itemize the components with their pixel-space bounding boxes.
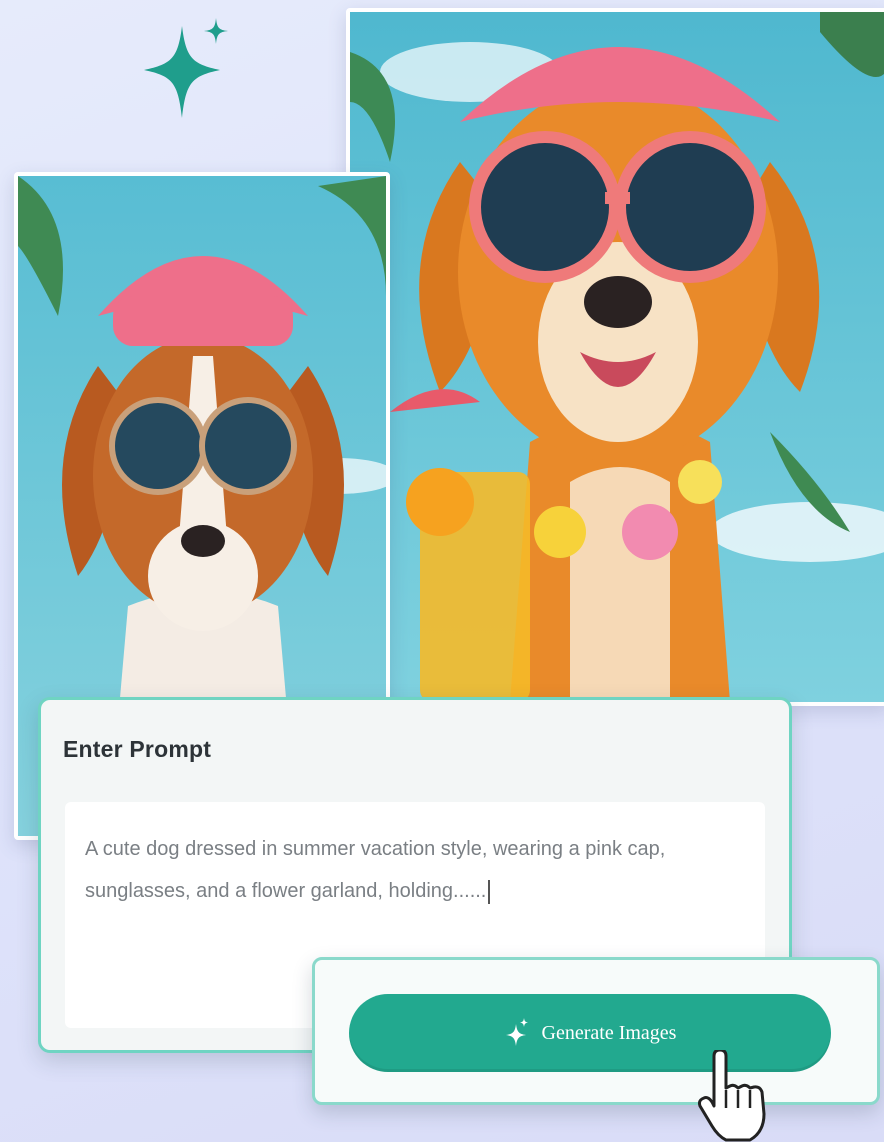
sparkle-icon xyxy=(144,18,228,118)
sparkle-generate-icon xyxy=(505,1018,528,1046)
prompt-title: Enter Prompt xyxy=(63,736,212,762)
text-caret xyxy=(488,879,491,904)
hand-pointer-cursor-icon xyxy=(698,1050,766,1142)
dog-illustration-large xyxy=(350,12,884,702)
prompt-text: A cute dog dressed in summer vacation st… xyxy=(85,838,666,902)
generate-button-frame: Generate Images xyxy=(312,957,880,1105)
generate-images-label: Generate Images xyxy=(541,1021,677,1044)
generated-image-large[interactable] xyxy=(346,8,884,706)
